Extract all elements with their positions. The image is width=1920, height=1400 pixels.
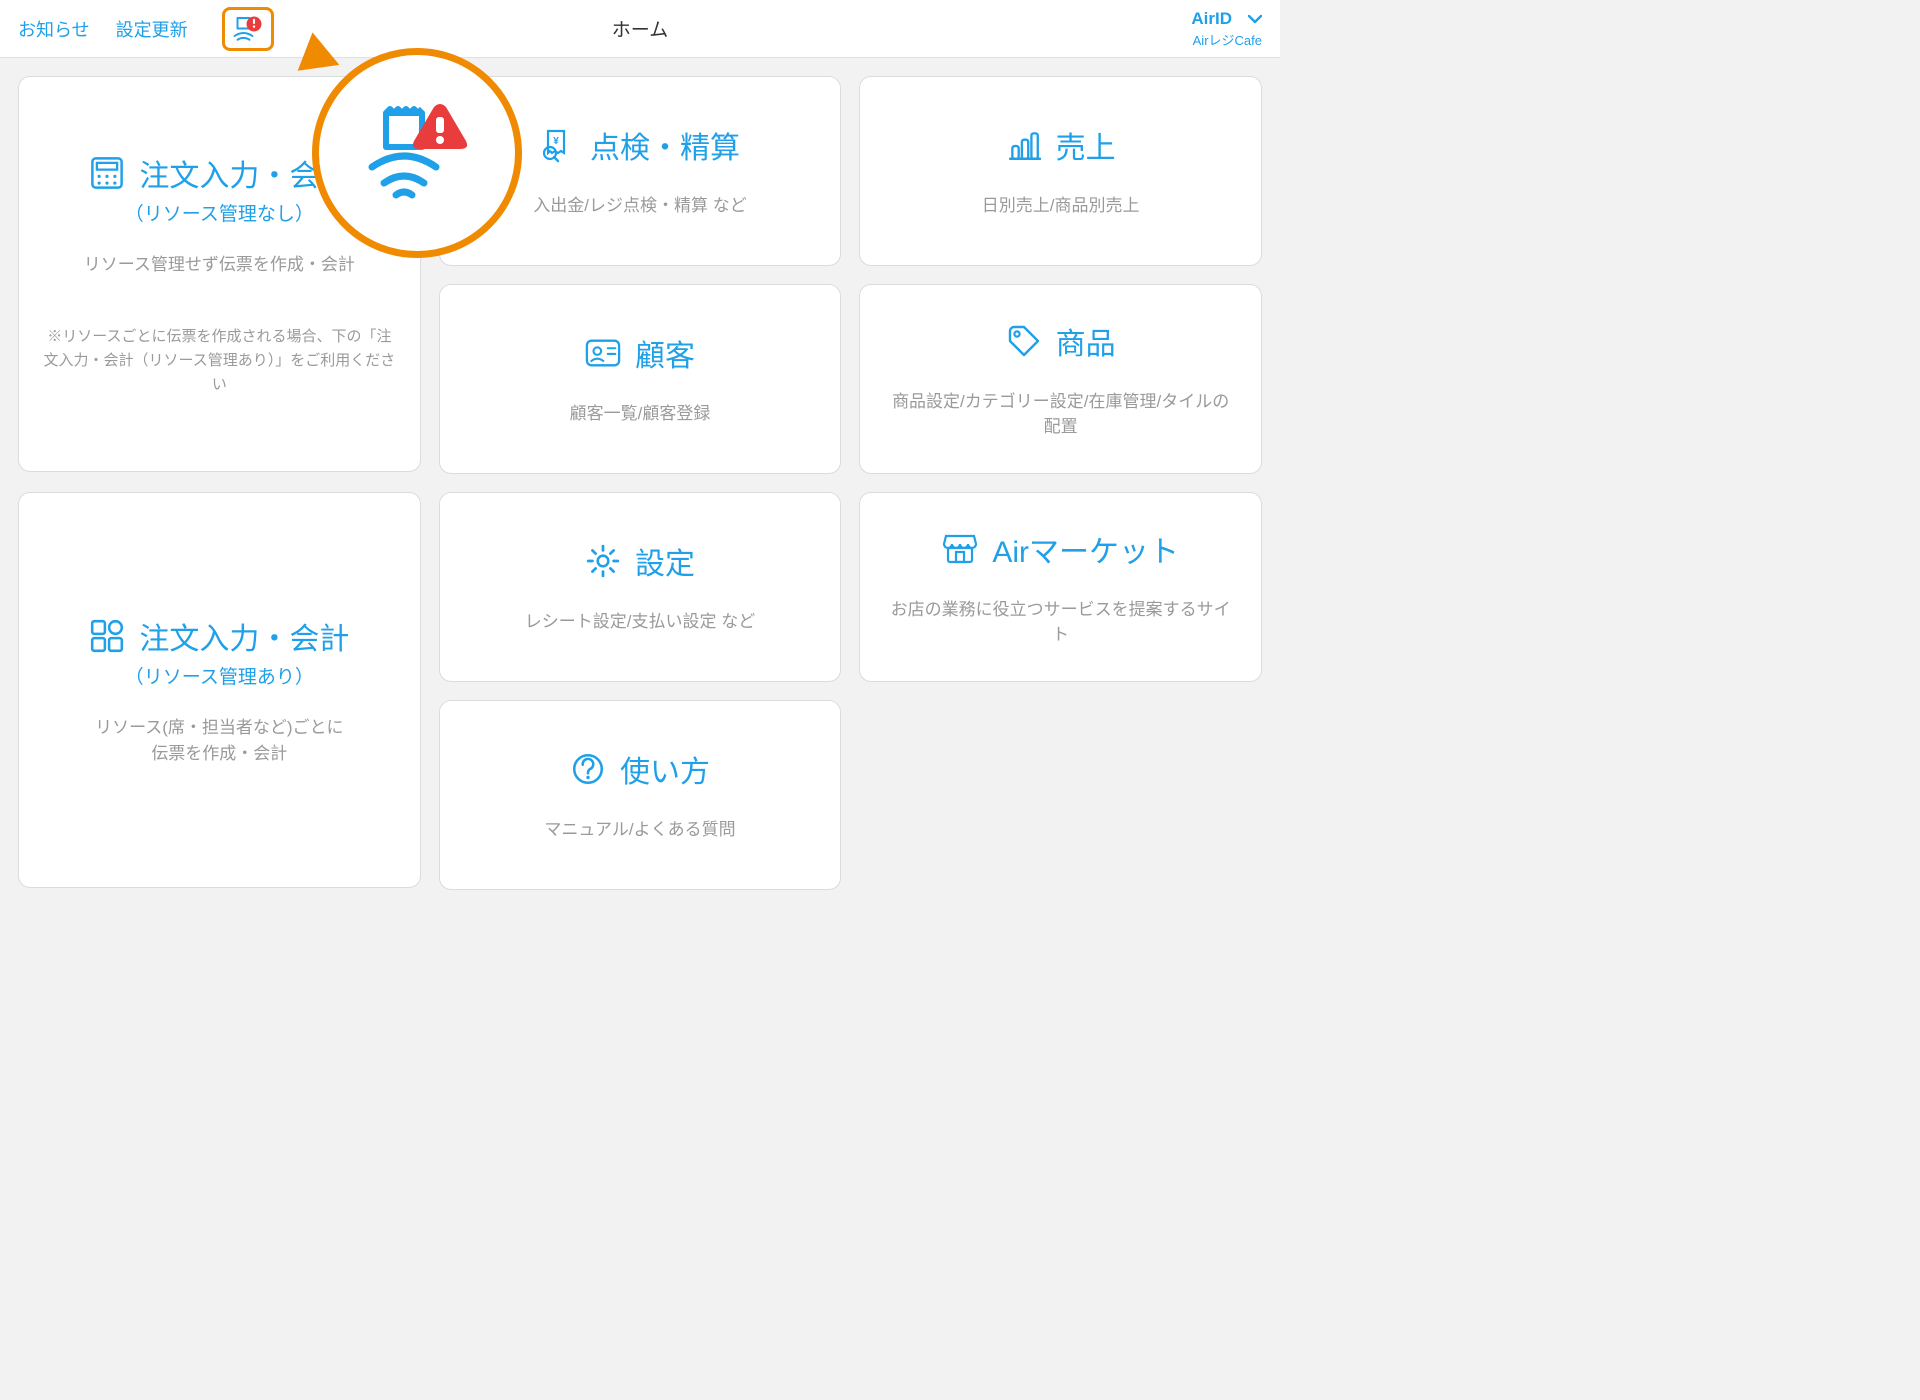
tile-title: 使い方 — [570, 747, 710, 791]
tile-note: ※リソースごとに伝票を作成される場合、下の「注文入力・会計（リソース管理あり）」… — [43, 325, 396, 397]
question-circle-icon — [570, 751, 606, 787]
tile-subtitle: （リソース管理あり） — [125, 662, 314, 689]
app-header: お知らせ 設定更新 ホーム AirID AirレジCafe — [0, 0, 1280, 58]
tile-description: レシート設定/支払い設定 など — [525, 609, 755, 635]
gear-icon — [585, 543, 621, 579]
tile-title-text: Airマーケット — [992, 527, 1179, 571]
callout-pointer — [293, 29, 340, 70]
tile-description: リソース(席・担当者など)ごとに 伝票を作成・会計 — [95, 715, 343, 766]
callout-magnifier — [312, 48, 522, 258]
tile-title-text: 点検・精算 — [590, 123, 740, 167]
tile-title: 設定 — [585, 539, 695, 583]
tile-sales[interactable]: 売上 日別売上/商品別売上 — [859, 76, 1262, 266]
bar-chart-icon — [1006, 127, 1042, 163]
tile-air-market[interactable]: Airマーケット お店の業務に役立つサービスを提案するサイト — [859, 492, 1262, 682]
page-title: ホーム — [612, 15, 668, 42]
tile-title: 注文入力・会計 — [89, 151, 349, 195]
tile-title: 注文入力・会計 — [89, 614, 349, 658]
tile-title: 商品 — [1006, 319, 1116, 363]
tile-title-text: 使い方 — [620, 747, 710, 791]
tile-title: ¥ 点検・精算 — [540, 123, 740, 167]
tile-help[interactable]: 使い方 マニュアル/よくある質問 — [439, 700, 842, 890]
tile-title-text: 設定 — [635, 539, 695, 583]
header-left: お知らせ 設定更新 — [18, 7, 274, 51]
tile-title-text: 売上 — [1056, 123, 1116, 167]
printer-alert-icon — [233, 16, 263, 44]
home-grid: 注文入力・会計 （リソース管理なし） リソース管理せず伝票を作成・会計 ※リソー… — [0, 58, 1280, 908]
tile-description: 入出金/レジ点検・精算 など — [533, 193, 746, 219]
storefront-icon — [942, 531, 978, 567]
tile-description: お店の業務に役立つサービスを提案するサイト — [884, 597, 1237, 648]
tag-icon — [1006, 323, 1042, 359]
receipt-search-icon: ¥ — [540, 127, 576, 163]
settings-update-link[interactable]: 設定更新 — [116, 16, 188, 42]
account-id-label: AirID — [1191, 9, 1232, 29]
tile-description: 商品設定/カテゴリー設定/在庫管理/タイルの配置 — [884, 389, 1237, 440]
tile-settings[interactable]: 設定 レシート設定/支払い設定 など — [439, 492, 842, 682]
printer-alert-button[interactable] — [222, 7, 274, 51]
grid-layout-icon — [89, 618, 125, 654]
tile-description: 顧客一覧/顧客登録 — [570, 401, 711, 427]
tile-title-text: 商品 — [1056, 319, 1116, 363]
tile-customer[interactable]: 顧客 顧客一覧/顧客登録 — [439, 284, 842, 474]
tile-description: マニュアル/よくある質問 — [544, 817, 735, 843]
notices-link[interactable]: お知らせ — [18, 16, 90, 42]
tile-description: リソース管理せず伝票を作成・会計 — [84, 252, 355, 278]
tile-title: 売上 — [1006, 123, 1116, 167]
tile-product[interactable]: 商品 商品設定/カテゴリー設定/在庫管理/タイルの配置 — [859, 284, 1262, 474]
tile-title: Airマーケット — [942, 527, 1179, 571]
calculator-icon — [89, 155, 125, 191]
tile-title-text: 注文入力・会計 — [139, 614, 349, 658]
tile-description: 日別売上/商品別売上 — [982, 193, 1140, 219]
tile-subtitle: （リソース管理なし） — [125, 199, 314, 226]
chevron-down-icon — [1248, 9, 1262, 29]
printer-alert-icon-large — [362, 101, 472, 206]
account-sub-label: AirレジCafe — [1193, 30, 1262, 49]
id-card-icon — [585, 335, 621, 371]
account-id-row: AirID — [1191, 9, 1262, 29]
account-menu[interactable]: AirID AirレジCafe — [1191, 9, 1262, 49]
tile-title: 顧客 — [585, 331, 695, 375]
tile-title-text: 顧客 — [635, 331, 695, 375]
tile-order-with-resource[interactable]: 注文入力・会計 （リソース管理あり） リソース(席・担当者など)ごとに 伝票を作… — [18, 492, 421, 888]
svg-text:¥: ¥ — [553, 136, 559, 147]
